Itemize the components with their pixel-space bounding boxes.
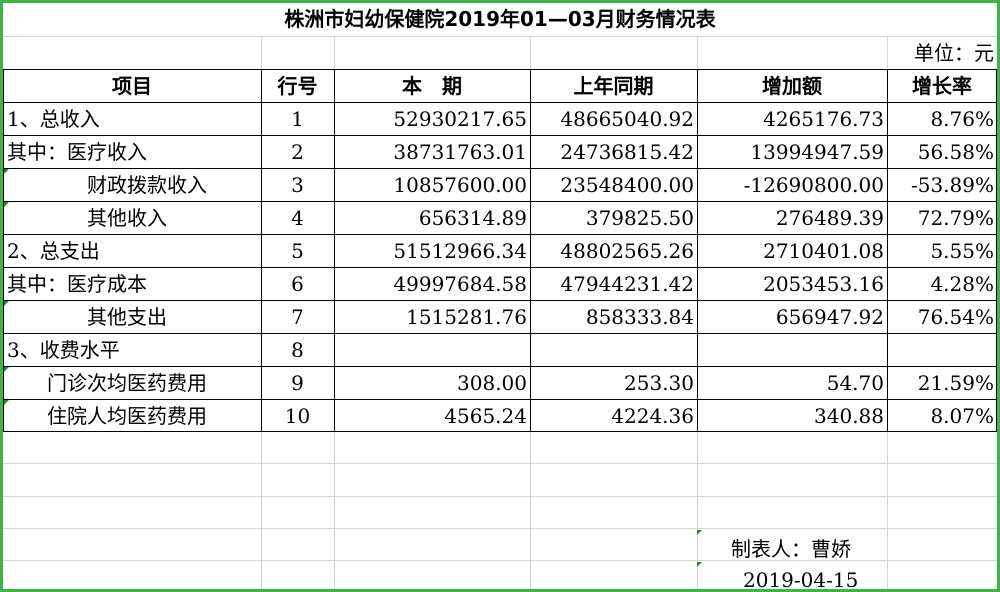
growth-rate: 8.76% xyxy=(930,107,994,131)
current-period-value: 10857600.00 xyxy=(393,173,527,197)
increase-amount: 2710401.08 xyxy=(763,239,884,263)
row-item-label: 其他支出 xyxy=(87,305,167,329)
current-period-value: 1515281.76 xyxy=(406,305,527,329)
increase-amount: 2053453.16 xyxy=(763,272,884,296)
prior-year-value: 48802565.26 xyxy=(560,239,694,263)
row-number: 3 xyxy=(291,173,304,197)
row-number: 6 xyxy=(291,272,304,296)
table-title: 株洲市妇幼保健院2019年01—03月财务情况表 xyxy=(284,7,716,31)
prior-year-value: 47944231.42 xyxy=(560,272,694,296)
gridline xyxy=(3,528,997,529)
current-period-value: 51512966.34 xyxy=(393,239,527,263)
prior-year-value xyxy=(530,334,697,366)
column-header: 增加额 xyxy=(762,74,822,98)
prior-year-value: 48665040.92 xyxy=(560,107,694,131)
growth-rate: -53.89% xyxy=(910,173,994,197)
row-number: 9 xyxy=(291,371,304,395)
preparer-label: 制表人：曹娇 xyxy=(731,537,851,561)
spreadsheet: 株洲市妇幼保健院2019年01—03月财务情况表 单位：元项目 行号 本 期 上年同期… xyxy=(0,0,1000,592)
cell-note-marker xyxy=(697,562,702,567)
growth-rate: 56.58% xyxy=(917,140,994,164)
increase-amount: 4265176.73 xyxy=(763,107,884,131)
current-period-value: 52930217.65 xyxy=(393,107,527,131)
prior-year-value: 379825.50 xyxy=(585,206,694,230)
prior-year-value: 253.30 xyxy=(624,371,694,395)
row-item-label: 3、收费水平 xyxy=(7,338,120,362)
gridline xyxy=(3,36,997,37)
column-header: 上年同期 xyxy=(573,74,654,98)
row-number: 7 xyxy=(291,305,304,329)
cell-note-marker xyxy=(4,202,9,207)
column-header: 项目 xyxy=(112,74,152,98)
row-item-label: 2、总支出 xyxy=(7,239,100,263)
row-item-label: 住院人均医药费用 xyxy=(47,404,207,428)
column-header: 增长率 xyxy=(912,74,972,98)
current-period-value: 4565.24 xyxy=(444,404,527,428)
row-number: 4 xyxy=(291,206,304,230)
growth-rate: 72.79% xyxy=(917,206,994,230)
row-item-label: 其他收入 xyxy=(87,206,167,230)
cell-note-marker xyxy=(4,367,9,372)
current-period-value xyxy=(334,334,530,366)
report-date: 2019-04-15 xyxy=(743,568,859,592)
increase-amount: 656947.92 xyxy=(775,305,884,329)
growth-rate: 76.54% xyxy=(917,305,994,329)
row-number: 1 xyxy=(291,107,304,131)
row-item-label: 门诊次均医药费用 xyxy=(47,371,207,395)
increase-amount xyxy=(697,334,887,366)
increase-amount: -12690800.00 xyxy=(743,173,884,197)
current-period-value: 38731763.01 xyxy=(393,140,527,164)
increase-amount: 13994947.59 xyxy=(750,140,884,164)
column-header: 本 期 xyxy=(402,74,462,98)
cell-note-marker xyxy=(4,400,9,405)
column-header: 行号 xyxy=(277,74,318,98)
prior-year-value: 23548400.00 xyxy=(560,173,694,197)
growth-rate: 4.28% xyxy=(930,272,994,296)
current-period-value: 308.00 xyxy=(457,371,527,395)
row-item-label: 财政拨款收入 xyxy=(87,173,207,197)
row-item-label: 其中：医疗收入 xyxy=(7,140,147,164)
row-number: 8 xyxy=(291,338,304,362)
growth-rate xyxy=(887,334,997,366)
row-number: 2 xyxy=(291,140,304,164)
increase-amount: 54.70 xyxy=(826,371,884,395)
current-period-value: 656314.89 xyxy=(418,206,527,230)
row-number: 10 xyxy=(284,404,311,428)
increase-amount: 340.88 xyxy=(814,404,884,428)
prior-year-value: 858333.84 xyxy=(585,305,694,329)
unit-label: 单位：元 xyxy=(914,41,994,65)
growth-rate: 5.55% xyxy=(930,239,994,263)
prior-year-value: 4224.36 xyxy=(611,404,694,428)
current-period-value: 49997684.58 xyxy=(393,272,527,296)
cell-note-marker xyxy=(697,530,702,535)
row-item-label: 1、总收入 xyxy=(7,107,100,131)
row-item-label: 其中：医疗成本 xyxy=(7,272,147,296)
increase-amount: 276489.39 xyxy=(775,206,884,230)
gridline xyxy=(3,463,997,464)
cell-note-marker xyxy=(4,301,9,306)
cell-note-marker xyxy=(4,169,9,174)
prior-year-value: 24736815.42 xyxy=(560,140,694,164)
growth-rate: 8.07% xyxy=(930,404,994,428)
gridline xyxy=(3,496,997,497)
row-number: 5 xyxy=(291,239,304,263)
growth-rate: 21.59% xyxy=(917,371,994,395)
